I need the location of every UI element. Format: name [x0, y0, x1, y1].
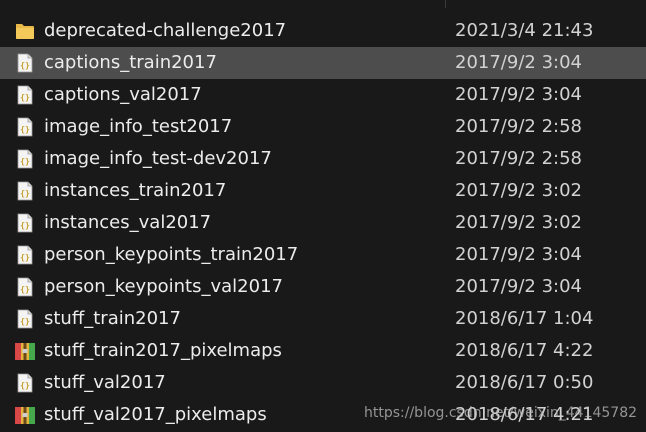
file-row[interactable]: {} person_keypoints_train2017 2017/9/2 3:0… [0, 239, 646, 271]
file-date-modified: 2017/9/2 3:04 [455, 244, 582, 265]
file-name: stuff_val2017_pixelmaps [44, 404, 267, 425]
svg-text:{}: {} [20, 61, 30, 70]
svg-text:{}: {} [20, 157, 30, 166]
file-row[interactable]: deprecated-challenge2017 2021/3/4 21:43 [0, 15, 646, 47]
file-date-modified: 2017/9/2 3:02 [455, 180, 582, 201]
file-name: image_info_test-dev2017 [44, 148, 272, 169]
json-file-icon: {} [14, 245, 36, 265]
json-file-icon: {} [14, 277, 36, 297]
svg-text:{}: {} [20, 381, 30, 390]
file-date-modified: 2021/3/4 21:43 [455, 20, 594, 41]
file-date-modified: 2017/9/2 3:04 [455, 84, 582, 105]
file-row[interactable]: {} instances_val2017 2017/9/2 3:02 [0, 207, 646, 239]
svg-text:{}: {} [20, 221, 30, 230]
file-row[interactable]: {} person_keypoints_val2017 2017/9/2 3:04 [0, 271, 646, 303]
file-name: stuff_train2017 [44, 308, 181, 329]
file-date-modified: 2018/6/17 1:04 [455, 308, 594, 329]
file-name: instances_val2017 [44, 212, 212, 233]
file-name: stuff_train2017_pixelmaps [44, 340, 282, 361]
watermark-text: https://blog.csdn.net/weixin_44145782 [364, 405, 638, 421]
file-row[interactable]: {} image_info_test2017 2017/9/2 2:58 [0, 111, 646, 143]
zip-archive-icon [14, 341, 36, 361]
file-name: captions_train2017 [44, 52, 217, 73]
svg-text:{}: {} [20, 317, 30, 326]
json-file-icon: {} [14, 85, 36, 105]
svg-text:{}: {} [20, 189, 30, 198]
file-name: captions_val2017 [44, 84, 202, 105]
file-name: deprecated-challenge2017 [44, 20, 287, 41]
file-row[interactable]: {} stuff_train2017 2018/6/17 1:04 [0, 303, 646, 335]
file-date-modified: 2017/9/2 2:58 [455, 116, 582, 137]
svg-text:{}: {} [20, 253, 30, 262]
file-row[interactable]: stuff_train2017_pixelmaps 2018/6/17 4:22 [0, 335, 646, 367]
json-file-icon: {} [14, 309, 36, 329]
file-date-modified: 2018/6/17 0:50 [455, 372, 594, 393]
json-file-icon: {} [14, 213, 36, 233]
json-file-icon: {} [14, 181, 36, 201]
file-date-modified: 2017/9/2 3:04 [455, 52, 582, 73]
file-row[interactable]: {} captions_val2017 2017/9/2 3:04 [0, 79, 646, 111]
file-row[interactable]: {} image_info_test-dev2017 2017/9/2 2:58 [0, 143, 646, 175]
svg-text:{}: {} [20, 93, 30, 102]
json-file-icon: {} [14, 373, 36, 393]
svg-text:{}: {} [20, 125, 30, 134]
file-name: instances_train2017 [44, 180, 227, 201]
zip-archive-icon [14, 405, 36, 425]
json-file-icon: {} [14, 149, 36, 169]
column-divider[interactable] [445, 0, 446, 8]
file-date-modified: 2018/6/17 4:22 [455, 340, 594, 361]
file-date-modified: 2017/9/2 3:02 [455, 212, 582, 233]
file-row[interactable]: {} instances_train2017 2017/9/2 3:02 [0, 175, 646, 207]
file-date-modified: 2017/9/2 3:04 [455, 276, 582, 297]
file-row[interactable]: {} captions_train2017 2017/9/2 3:04 [0, 47, 646, 79]
file-row[interactable]: {} stuff_val2017 2018/6/17 0:50 [0, 367, 646, 399]
file-list: deprecated-challenge2017 2021/3/4 21:43 {}… [0, 0, 646, 432]
file-name: person_keypoints_train2017 [44, 244, 299, 265]
file-date-modified: 2017/9/2 2:58 [455, 148, 582, 169]
json-file-icon: {} [14, 53, 36, 73]
json-file-icon: {} [14, 117, 36, 137]
file-name: person_keypoints_val2017 [44, 276, 283, 297]
folder-icon [14, 21, 36, 41]
file-name: image_info_test2017 [44, 116, 233, 137]
file-name: stuff_val2017 [44, 372, 166, 393]
svg-text:{}: {} [20, 285, 30, 294]
